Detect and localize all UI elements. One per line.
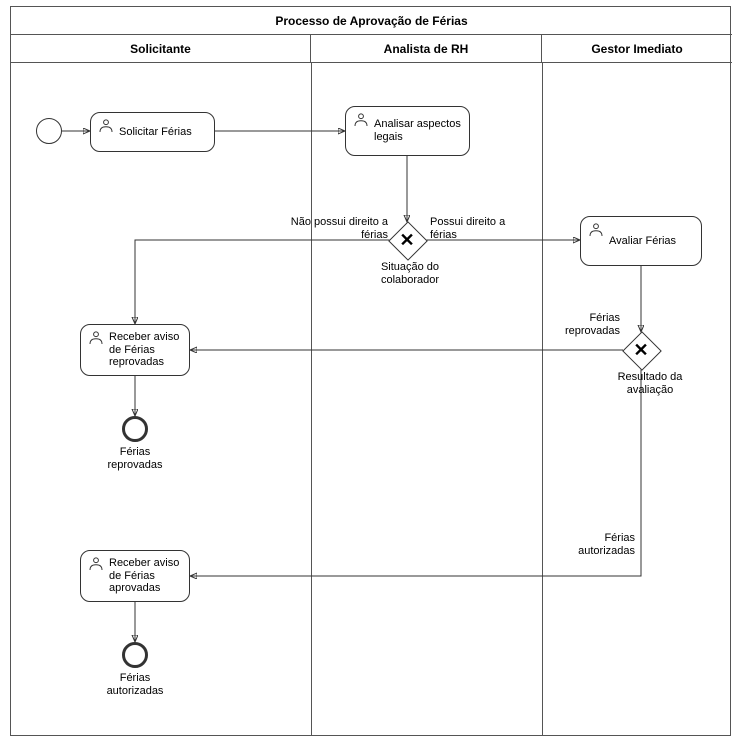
user-task-icon xyxy=(87,329,105,347)
gateway-situacao-label: Situação do colaborador xyxy=(365,261,455,286)
exclusive-gateway-icon: ✕ xyxy=(389,222,425,258)
task-receber-reprovadas: Receber aviso de Férias reprovadas xyxy=(80,324,190,376)
edge-nao-possui-label: Não possui direito a férias xyxy=(288,216,388,241)
edge-possui-label: Possui direito a férias xyxy=(430,216,530,241)
task-label: Solicitar Férias xyxy=(119,126,192,139)
user-task-icon xyxy=(587,221,605,239)
end-event-reprovadas xyxy=(122,416,148,442)
task-solicitar-ferias: Solicitar Férias xyxy=(90,112,215,152)
user-task-icon xyxy=(87,555,105,573)
task-avaliar-ferias: Avaliar Férias xyxy=(580,216,702,266)
task-label: Analisar aspectos legais xyxy=(374,118,461,143)
task-analisar-aspectos: Analisar aspectos legais xyxy=(345,106,470,156)
task-label: Receber aviso de Férias aprovadas xyxy=(109,557,181,595)
edge-reprovadas-label: Férias reprovadas xyxy=(550,312,620,337)
task-receber-aprovadas: Receber aviso de Férias aprovadas xyxy=(80,550,190,602)
end-event-autorizadas-label: Férias autorizadas xyxy=(100,672,170,697)
exclusive-gateway-icon: ✕ xyxy=(623,332,659,368)
diagram-canvas: Solicitar Férias Analisar aspectos legai… xyxy=(10,6,731,736)
task-label: Avaliar Férias xyxy=(609,235,676,248)
end-event-reprovadas-label: Férias reprovadas xyxy=(100,446,170,471)
edge-autorizadas-label: Férias autorizadas xyxy=(565,532,635,557)
user-task-icon xyxy=(97,117,115,135)
gateway-resultado-label: Resultado da avaliação xyxy=(605,371,695,396)
gateway-resultado: ✕ xyxy=(623,332,659,368)
user-task-icon xyxy=(352,111,370,129)
gateway-situacao: ✕ xyxy=(389,222,425,258)
start-event xyxy=(36,118,62,144)
task-label: Receber aviso de Férias reprovadas xyxy=(109,331,181,369)
end-event-autorizadas xyxy=(122,642,148,668)
